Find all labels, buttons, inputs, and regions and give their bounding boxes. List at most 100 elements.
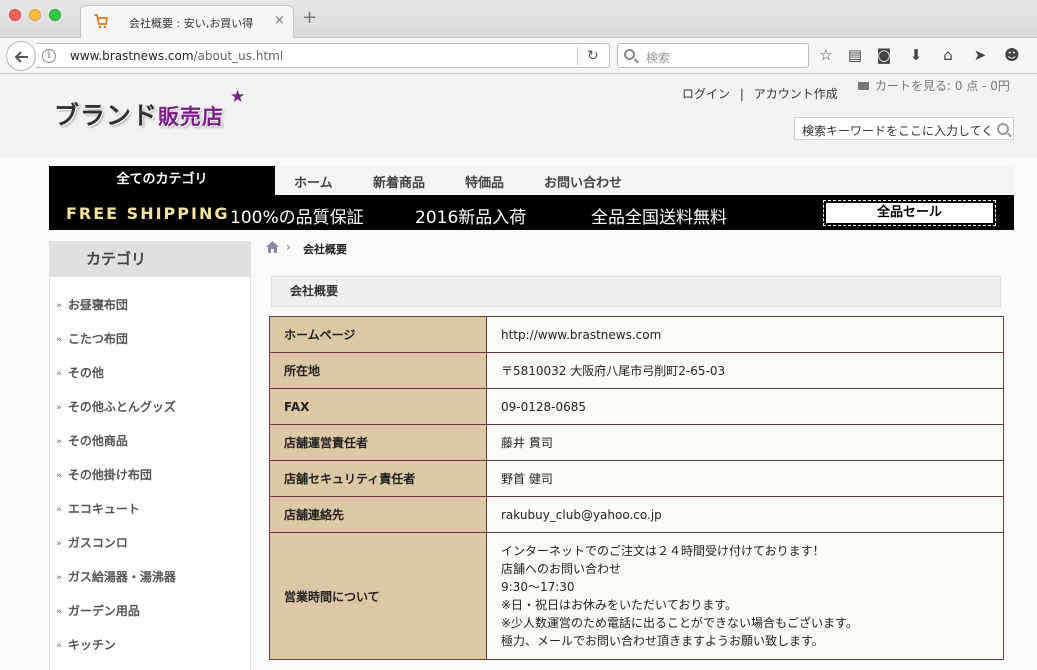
window-minimize-button[interactable] [29,9,41,21]
window-close-button[interactable] [9,9,21,21]
chevron-right-icon: » [56,607,62,617]
url-text: www.brastnews.com/about_us.html [70,49,284,63]
row-value: 藤井 貫司 [486,424,1004,461]
chevron-right-icon: » [56,573,62,583]
menu-item-contact[interactable]: お問い合わせ [544,172,622,191]
banner-sale-button[interactable]: 全品セール [823,200,996,226]
sidebar-item[interactable]: » ガーデン用品 [56,602,140,622]
cart-favicon-icon [94,14,109,29]
chevron-right-icon: » [56,335,62,345]
back-button[interactable] [6,41,36,71]
logo-star-icon: ★ [230,87,246,107]
row-label: 店舗運営責任者 [269,424,487,461]
row-value: http://www.brastnews.com [486,316,1004,353]
account-links: ログイン | アカウント作成 [682,85,838,102]
site-search-input[interactable]: 検索キーワードをここに入力してく [794,117,1014,140]
window-maximize-button[interactable] [49,9,61,21]
row-label: 店舗セキュリティ責任者 [269,460,487,497]
sidebar-item[interactable]: » その他ふとんグッズ [56,398,176,418]
table-row: 所在地 〒5810032 大阪府八尾市弓削町2-65-03 [269,352,1004,389]
site-search-icon[interactable] [997,123,1009,135]
tab-title: 会社概要 : 安い,お買い得 [129,17,254,30]
browser-search-placeholder: 検索 [646,51,671,65]
banner-quality: 100%の品質保証 [230,208,364,228]
row-value: 09-0128-0685 [486,388,1004,425]
web-page: ブランド販売店 ★ ログイン | アカウント作成 カートを見る: 0 点 - 0… [0,75,1037,670]
search-icon [624,49,635,60]
menu-all-categories[interactable]: 全てのカテゴリ [49,166,275,195]
chevron-right-icon: » [56,369,62,379]
hours-value: インターネットでのご注文は２４時間受け付けております！ 店舗へのお問い合わせ 9… [486,532,1004,660]
banner-free-shipping: FREE SHIPPING [66,204,230,223]
category-sidebar: カテゴリ » お昼寝布団 » こたつ布団 » その他 » その他ふとんグッズ » その他商… [49,241,251,670]
chevron-right-icon: » [56,437,62,447]
row-value: 〒5810032 大阪府八尾市弓削町2-65-03 [486,352,1004,389]
row-value: rakubuy_club@yahoo.co.jp [486,496,1004,533]
table-row: 営業時間について インターネットでのご注文は２４時間受け付けております！ 店舗へ… [269,532,1004,660]
site-info-icon[interactable]: i [42,49,56,63]
chevron-right-icon: » [56,471,62,481]
create-account-link[interactable]: アカウント作成 [754,87,838,101]
banner-new-items: 2016新品入荷 [415,208,527,228]
sidebar-item[interactable]: » キッチン [56,636,116,656]
site-search-value: 検索キーワードをここに入力してく [802,124,992,138]
browser-titlebar: 会社概要 : 安い,お買い得 × + [0,0,1037,38]
sidebar-item[interactable]: » その他 [56,364,104,384]
menu-item-home[interactable]: ホーム [294,172,333,191]
hours-line: 店舗へのお問い合わせ [501,562,622,576]
site-header: ブランド販売店 ★ ログイン | アカウント作成 カートを見る: 0 点 - 0… [0,75,1037,157]
url-bar[interactable]: i www.brastnews.com/about_us.html ↻ [36,43,610,68]
send-icon[interactable]: ➤ [970,45,990,65]
menu-item-new[interactable]: 新着商品 [373,172,425,191]
hours-line: ※日・祝日はお休みをいただいております。 [501,598,738,612]
browser-tab[interactable]: 会社概要 : 安い,お買い得 × [80,5,294,38]
reload-icon[interactable]: ↻ [587,48,599,64]
login-link[interactable]: ログイン [682,87,730,101]
cart-icon [858,82,869,90]
reading-list-icon[interactable]: ▤ [845,45,865,65]
sidebar-item[interactable]: » エコキュート [56,500,140,520]
emoji-icon[interactable]: ☻ [1002,45,1022,65]
sidebar-item[interactable]: » その他掛け布団 [56,466,152,486]
sidebar-item[interactable]: » ガス給湯器・湯沸器 [56,568,176,588]
sidebar-item[interactable]: » その他商品 [56,432,128,452]
menu-item-sale[interactable]: 特価品 [465,172,504,191]
pocket-icon[interactable]: ◙ [874,45,894,65]
row-label: 店舗連絡先 [269,496,487,533]
breadcrumb-current: 会社概要 [303,243,347,256]
row-label: FAX [269,388,487,425]
page-title: 会社概要 [271,276,1001,307]
chevron-right-icon: » [56,505,62,515]
link-separator: | [739,87,744,101]
table-row: 店舗連絡先 rakubuy_club@yahoo.co.jp [269,496,1004,533]
table-row: FAX 09-0128-0685 [269,388,1004,425]
cart-link[interactable]: カートを見る: 0 点 - 0円 [858,77,1010,94]
banner-nationwide: 全品全国送料無料 [591,208,727,228]
hours-line: 極力、メールでお問い合わせ頂きますようお願い致します。 [501,634,824,648]
browser-search-input[interactable]: 検索 [617,43,809,68]
chevron-right-icon: » [56,403,62,413]
home-icon[interactable]: ⌂ [938,45,958,65]
hours-line: 9:30～17:30 [501,580,575,594]
sidebar-item[interactable]: » ガスコンロ [56,534,128,554]
site-logo[interactable]: ブランド販売店 [54,96,224,132]
sidebar-item[interactable]: » こたつ布団 [56,330,128,350]
row-label: ホームページ [269,316,487,353]
tab-close-icon[interactable]: × [274,13,285,28]
sidebar-title: カテゴリ [50,242,250,277]
table-row: 店舗運営責任者 藤井 貫司 [269,424,1004,461]
back-arrow-icon [14,51,28,63]
promo-banner[interactable]: FREE SHIPPING 100%の品質保証 2016新品入荷 全品全国送料無… [49,195,1014,230]
bookmark-star-icon[interactable]: ☆ [816,45,836,65]
chevron-right-icon: » [56,641,62,651]
chevron-right-icon: » [56,539,62,549]
sidebar-item[interactable]: » お昼寝布団 [56,296,128,316]
breadcrumb-home-icon[interactable] [265,240,280,254]
download-icon[interactable]: ⬇ [906,45,926,65]
row-value: 野首 健司 [486,460,1004,497]
new-tab-button[interactable]: + [302,9,317,27]
table-row: 店舗セキュリティ責任者 野首 健司 [269,460,1004,497]
row-label: 所在地 [269,352,487,389]
main-menu: 全てのカテゴリ ホーム 新着商品 特価品 お問い合わせ [49,166,1014,195]
breadcrumb-separator: › [286,240,291,254]
